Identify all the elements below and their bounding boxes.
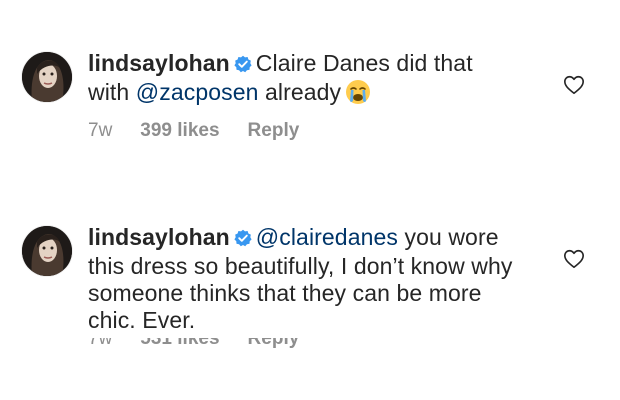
reply-button[interactable]: Reply (248, 338, 300, 349)
comment-likes[interactable]: 399 likes (140, 120, 219, 141)
comment-time[interactable]: 7w (88, 120, 112, 141)
comment-meta: 7w 531 likes Reply (88, 338, 327, 352)
comment-time[interactable]: 7w (88, 338, 112, 349)
verified-badge-icon (234, 226, 252, 253)
avatar-photo (22, 52, 72, 102)
avatar[interactable] (22, 226, 72, 276)
mention-link[interactable]: @clairedanes (256, 224, 398, 250)
comment-meta: 7w 399 likes Reply (88, 120, 327, 142)
mention-link[interactable]: @zacposen (136, 79, 259, 105)
comment-username[interactable]: lindsaylohan (88, 50, 230, 76)
crying-face-emoji-icon (345, 79, 371, 111)
heart-icon[interactable] (563, 248, 585, 270)
reply-button[interactable]: Reply (248, 120, 300, 141)
comment-text: already (258, 79, 342, 105)
comment-body: lindsaylohan Claire Danes did that with @… (88, 50, 518, 111)
comment-likes[interactable]: 531 likes (140, 338, 219, 349)
heart-icon[interactable] (563, 74, 585, 96)
comment-username[interactable]: lindsaylohan (88, 224, 230, 250)
comment-body: lindsaylohan @clairedanes you wore this d… (88, 224, 518, 334)
verified-badge-icon (234, 52, 252, 79)
avatar[interactable] (22, 52, 72, 102)
avatar-photo (22, 226, 72, 276)
